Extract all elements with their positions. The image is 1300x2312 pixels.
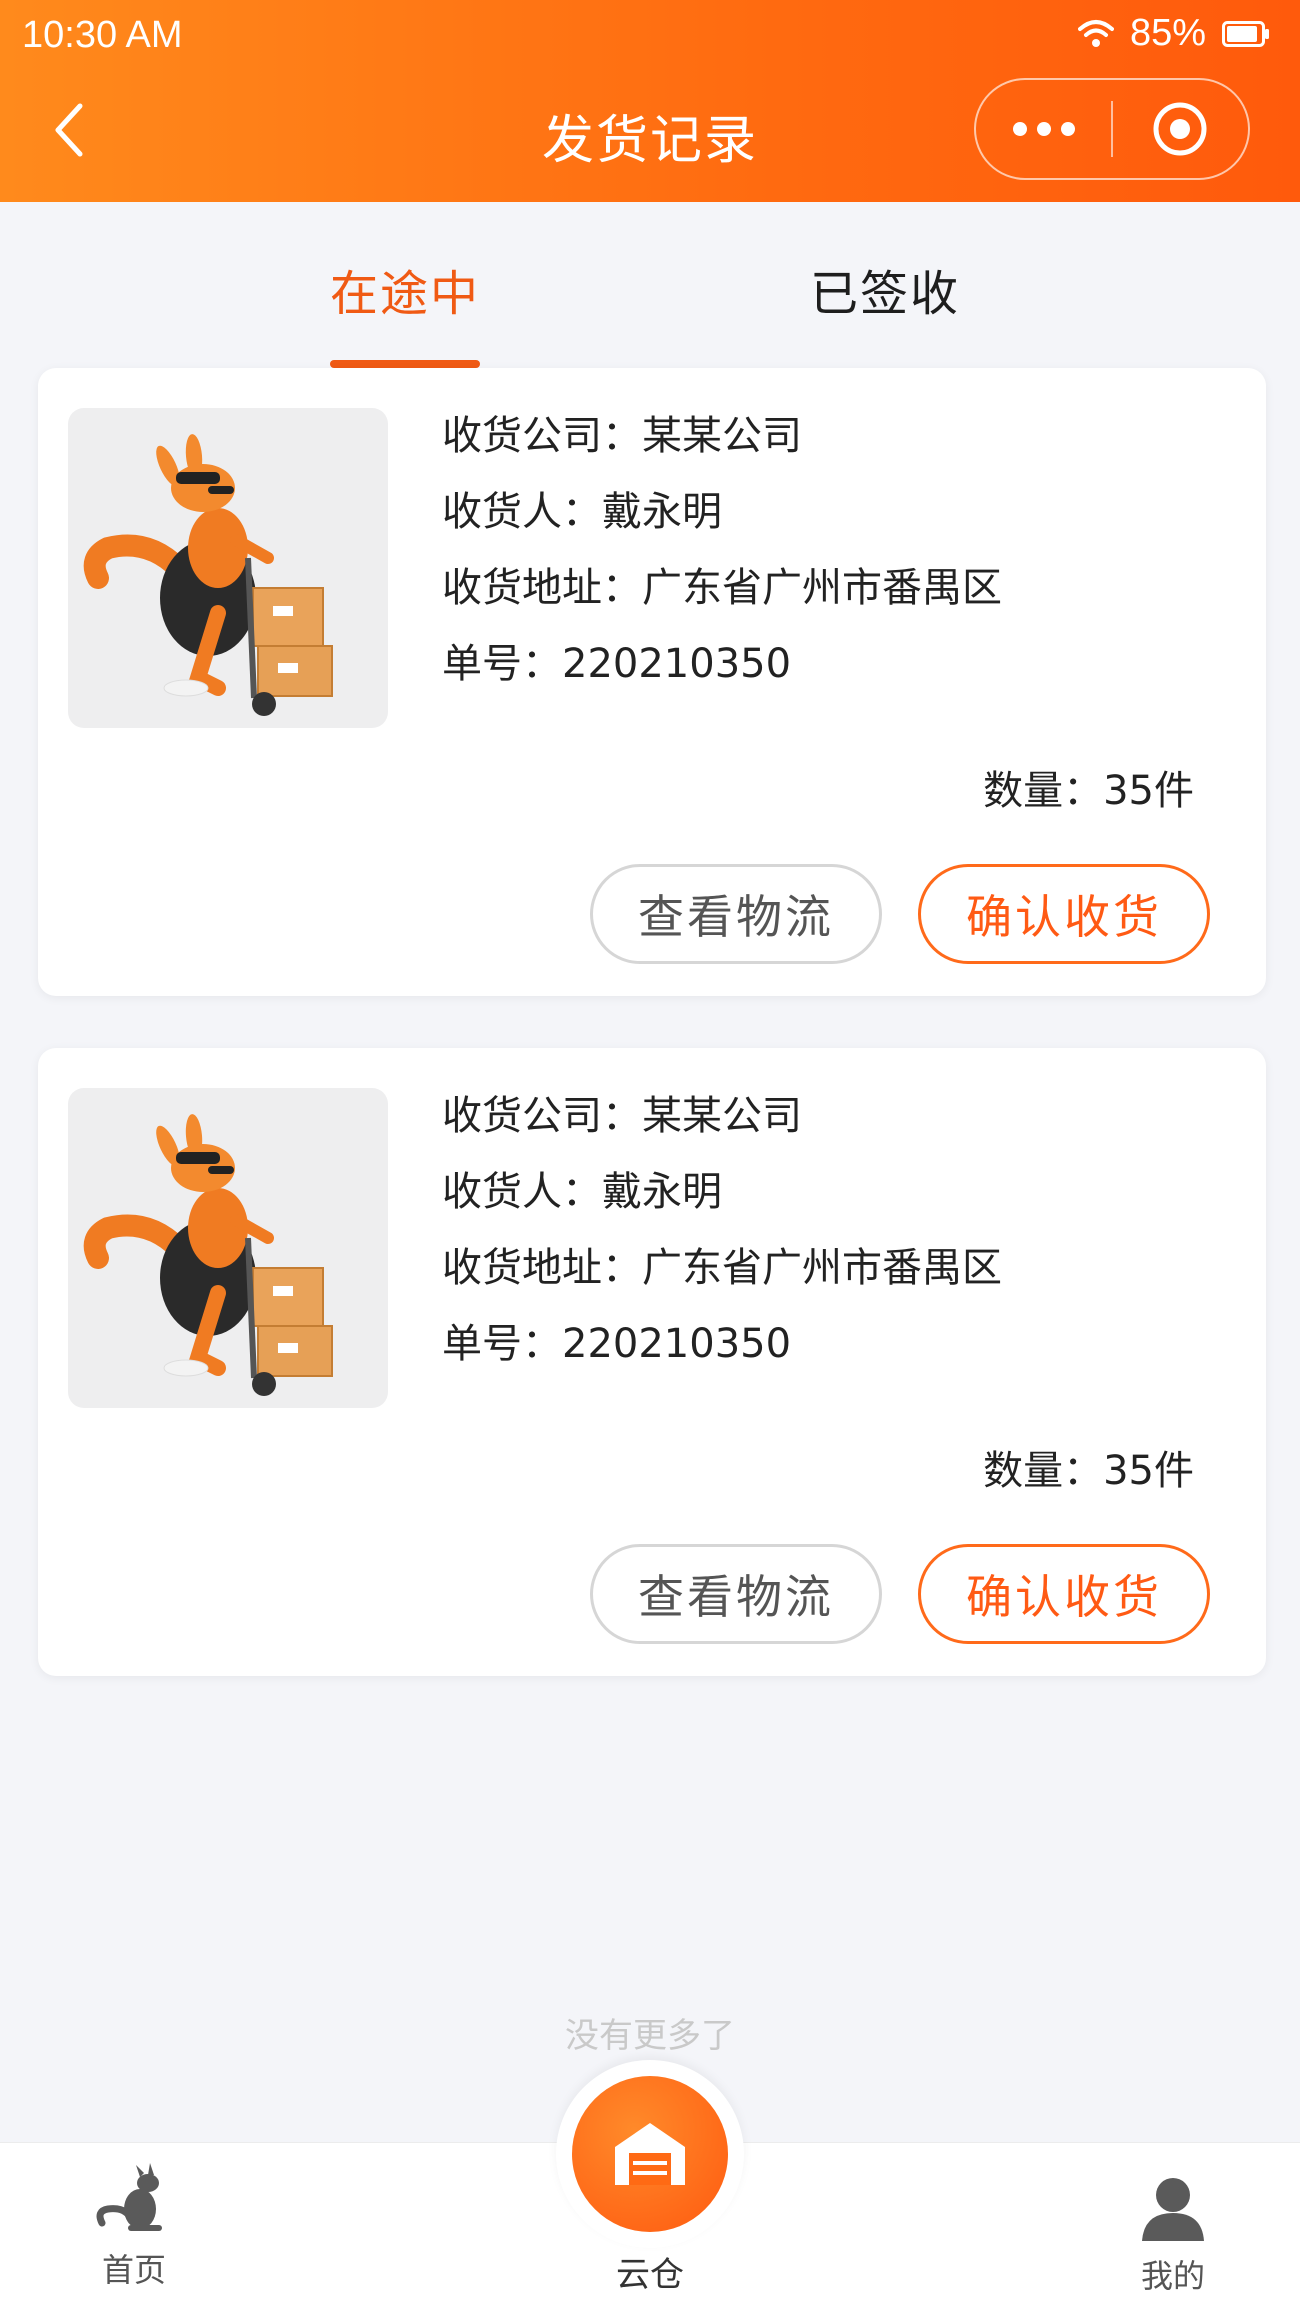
status-indicators: 85% [1077,12,1270,55]
quantity: 数量：35件 [983,1438,1194,1496]
receiver-label: 收货人： [442,489,602,535]
address-value: 广东省广州市番禺区 [642,1245,1002,1291]
wifi-icon [1077,19,1114,49]
tab-in-transit[interactable]: 在途中 [330,254,481,368]
order-info: 收货公司：某某公司 收货人：戴永明 收货地址：广东省广州市番禺区 单号：2202… [442,1090,1002,1394]
quantity-label: 数量： [983,1448,1104,1494]
mini-program-capsule [974,78,1250,180]
battery-percent: 85% [1129,12,1206,54]
number-label: 单号： [442,1321,562,1367]
no-more-text: 没有更多了 [565,2016,735,2056]
view-logistics-button[interactable]: 查看物流 [590,864,882,964]
tab-cloud-label: 云仓 [616,2255,684,2295]
tab-home-label: 首页 [101,2251,166,2289]
number-label: 单号： [442,641,562,687]
number-value: 220210350 [562,641,792,687]
company-row: 收货公司：某某公司 [442,1090,1002,1166]
confirm-receipt-button[interactable]: 确认收货 [918,864,1210,964]
order-card: 收货公司：某某公司 收货人：戴永明 收货地址：广东省广州市番禺区 单号：2202… [38,368,1266,996]
address-row: 收货地址：广东省广州市番禺区 [442,1242,1002,1318]
header-bar: 10:30 AM 85% 发货记录 [0,0,1300,202]
warehouse-icon [615,2123,685,2185]
number-value: 220210350 [562,1321,792,1367]
tab-signed[interactable]: 已签收 [810,254,960,324]
tab-signed-label: 已签收 [810,266,961,322]
kangaroo-home-icon [96,2163,162,2231]
active-tab-indicator [330,360,481,368]
tab-home[interactable]: 首页 [84,2163,184,2291]
order-card: 收货公司：某某公司 收货人：戴永明 收货地址：广东省广州市番禺区 单号：2202… [38,1048,1266,1676]
battery-icon [1222,20,1270,47]
confirm-receipt-button[interactable]: 确认收货 [918,1544,1210,1644]
company-row: 收货公司：某某公司 [442,410,1002,486]
quantity-value: 35件 [1103,768,1194,814]
address-label: 收货地址： [442,565,642,611]
close-target-icon[interactable] [1113,80,1248,178]
tab-mine-label: 我的 [1140,2257,1205,2295]
number-row: 单号：220210350 [442,638,1002,714]
receiver-label: 收货人： [442,1169,602,1215]
tab-in-transit-label: 在途中 [330,266,481,322]
tab-cloud-warehouse-button[interactable] [572,2076,728,2232]
company-value: 某某公司 [642,413,802,459]
receiver-value: 戴永明 [602,1169,722,1215]
view-logistics-button[interactable]: 查看物流 [590,1544,882,1644]
quantity-label: 数量： [983,768,1104,814]
company-value: 某某公司 [642,1093,802,1139]
address-value: 广东省广州市番禺区 [642,565,1002,611]
shipping-records-page: 10:30 AM 85% 发货记录 在途中 已签收 收货公司：某某公司 收货人：… [0,0,1300,2312]
quantity: 数量：35件 [983,758,1194,816]
receiver-row: 收货人：戴永明 [442,486,1002,562]
kangaroo-courier-image [68,1088,388,1408]
company-label: 收货公司： [442,413,642,459]
receiver-row: 收货人：戴永明 [442,1166,1002,1242]
status-time: 10:30 AM [22,14,183,56]
order-info: 收货公司：某某公司 收货人：戴永明 收货地址：广东省广州市番禺区 单号：2202… [442,410,1002,714]
more-options-icon[interactable] [976,80,1111,178]
status-tabs: 在途中 已签收 [0,202,1300,368]
receiver-value: 戴永明 [602,489,722,535]
number-row: 单号：220210350 [442,1318,1002,1394]
user-profile-icon [1142,2178,1204,2241]
kangaroo-courier-image [68,408,388,728]
company-label: 收货公司： [442,1093,642,1139]
address-row: 收货地址：广东省广州市番禺区 [442,562,1002,638]
address-label: 收货地址： [442,1245,642,1291]
tab-mine[interactable]: 我的 [1118,2173,1228,2297]
quantity-value: 35件 [1103,1448,1194,1494]
